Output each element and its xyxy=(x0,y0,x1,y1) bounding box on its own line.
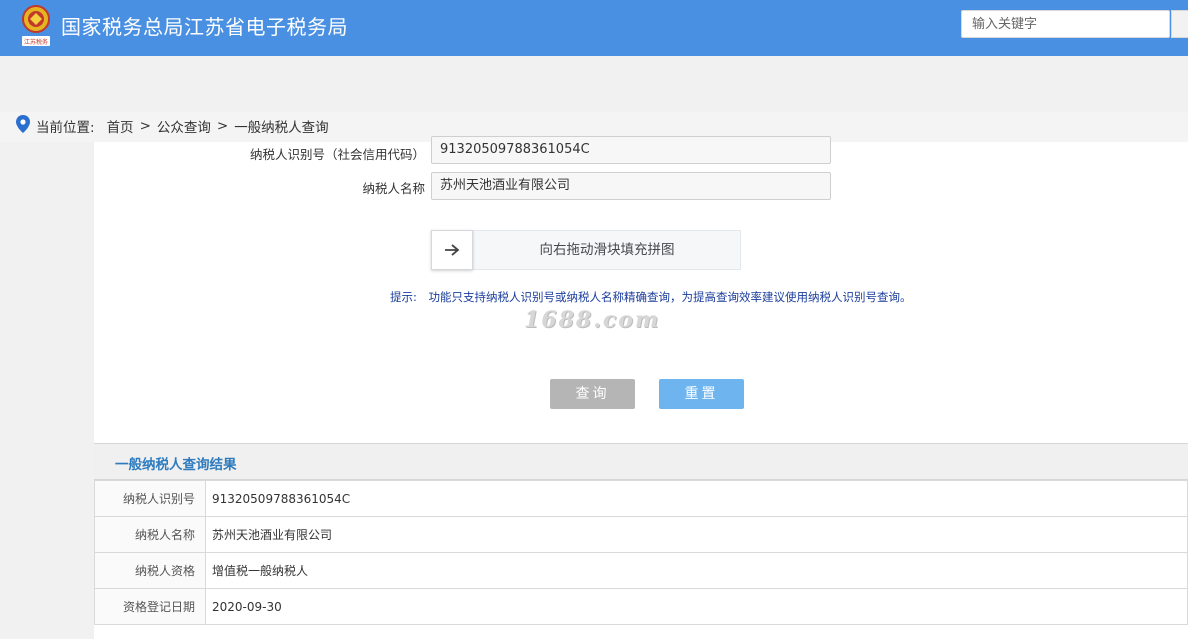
tip-label: 提示: xyxy=(390,290,417,304)
table-row: 资格登记日期 2020-09-30 xyxy=(94,588,1188,625)
top-header: 江苏税务 国家税务总局江苏省电子税务局 xyxy=(0,0,1188,56)
result-value: 增值税一般纳税人 xyxy=(205,552,1188,589)
table-row: 纳税人名称 苏州天池酒业有限公司 xyxy=(94,516,1188,553)
result-value: 91320509788361054C xyxy=(205,480,1188,517)
search-button[interactable] xyxy=(1171,10,1188,38)
taxpayer-id-input[interactable]: 91320509788361054C xyxy=(431,136,831,164)
watermark-text: 1688.com xyxy=(524,307,661,333)
result-value: 苏州天池酒业有限公司 xyxy=(205,516,1188,553)
breadcrumb-label: 当前位置: xyxy=(36,120,95,136)
result-section-header: 一般纳税人查询结果 xyxy=(94,443,1188,480)
result-label: 纳税人名称 xyxy=(94,516,206,553)
taxpayer-id-label: 纳税人识别号（社会信用代码） xyxy=(249,147,425,162)
main-content: 纳税人识别号（社会信用代码） 91320509788361054C 纳税人名称 … xyxy=(94,136,1188,639)
breadcrumb-separator: > xyxy=(216,118,229,134)
breadcrumb-current: 一般纳税人查询 xyxy=(234,120,329,136)
result-table: 纳税人识别号 91320509788361054C 纳税人名称 苏州天池酒业有限… xyxy=(94,480,1188,625)
table-row: 纳税人资格 增值税一般纳税人 xyxy=(94,552,1188,589)
result-label: 纳税人识别号 xyxy=(94,480,206,517)
breadcrumb-public-query[interactable]: 公众查询 xyxy=(157,116,211,136)
site-title[interactable]: 国家税务总局江苏省电子税务局 xyxy=(61,11,348,40)
search-input[interactable] xyxy=(961,10,1170,38)
taxpayer-name-label: 纳税人名称 xyxy=(362,181,425,196)
breadcrumb-separator: > xyxy=(139,118,151,134)
breadcrumb-home[interactable]: 首页 xyxy=(107,116,134,136)
tip-text: 提示: 功能只支持纳税人识别号或纳税人名称精确查询，为提高查询效率建议使用纳税人… xyxy=(390,289,912,305)
slider-hint-text: 向右拖动滑块填充拼图 xyxy=(539,242,675,258)
arrow-right-icon xyxy=(445,244,460,256)
result-label: 资格登记日期 xyxy=(94,588,206,625)
svg-text:江苏税务: 江苏税务 xyxy=(24,38,48,46)
location-pin-icon xyxy=(16,115,30,137)
reset-button[interactable]: 重置 xyxy=(659,379,744,409)
slider-handle[interactable] xyxy=(431,230,473,270)
result-title: 一般纳税人查询结果 xyxy=(115,457,237,473)
taxpayer-name-input[interactable]: 苏州天池酒业有限公司 xyxy=(431,172,831,200)
result-value: 2020-09-30 xyxy=(205,588,1188,625)
tax-emblem-logo[interactable]: 江苏税务 xyxy=(20,4,52,48)
table-row: 纳税人识别号 91320509788361054C xyxy=(94,480,1188,517)
query-button[interactable]: 查询 xyxy=(550,379,635,409)
captcha-slider[interactable]: 向右拖动滑块填充拼图 xyxy=(431,230,741,270)
result-label: 纳税人资格 xyxy=(94,552,206,589)
tip-message: 功能只支持纳税人识别号或纳税人名称精确查询，为提高查询效率建议使用纳税人识别号查… xyxy=(428,290,912,304)
